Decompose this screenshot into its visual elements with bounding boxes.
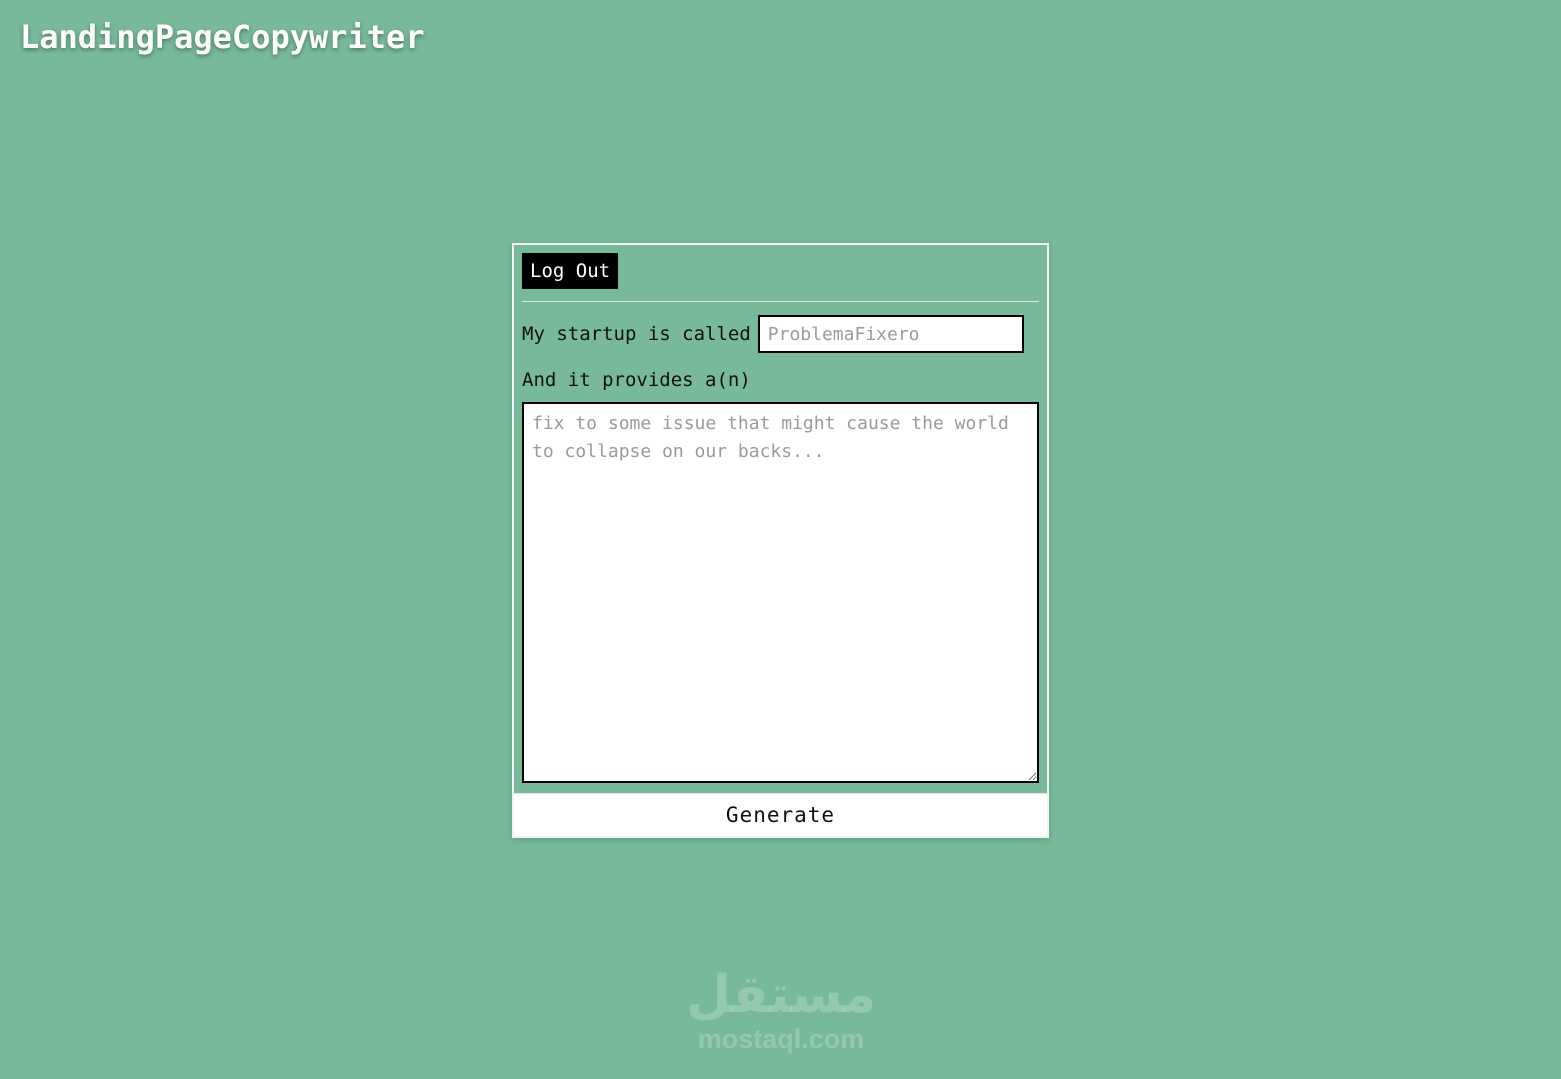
startup-name-input[interactable] (757, 315, 1024, 353)
startup-name-label: My startup is called (522, 323, 751, 345)
app-title: LandingPageCopywriter (20, 18, 425, 56)
divider (522, 301, 1039, 302)
provides-label: And it provides a(n) (522, 369, 751, 391)
generate-button[interactable]: Generate (514, 793, 1047, 836)
watermark-arabic: مستقل (686, 965, 877, 1025)
copy-form-card: Log Out My startup is called And it prov… (512, 243, 1049, 838)
copy-form: Log Out My startup is called And it prov… (522, 253, 1039, 783)
startup-name-row: My startup is called (522, 314, 1039, 354)
logout-button[interactable]: Log Out (522, 253, 619, 289)
watermark-latin: mostaql.com (697, 1024, 865, 1054)
provides-textarea[interactable] (522, 402, 1039, 783)
watermark-logo: مستقل mostaql.com (686, 965, 876, 1053)
